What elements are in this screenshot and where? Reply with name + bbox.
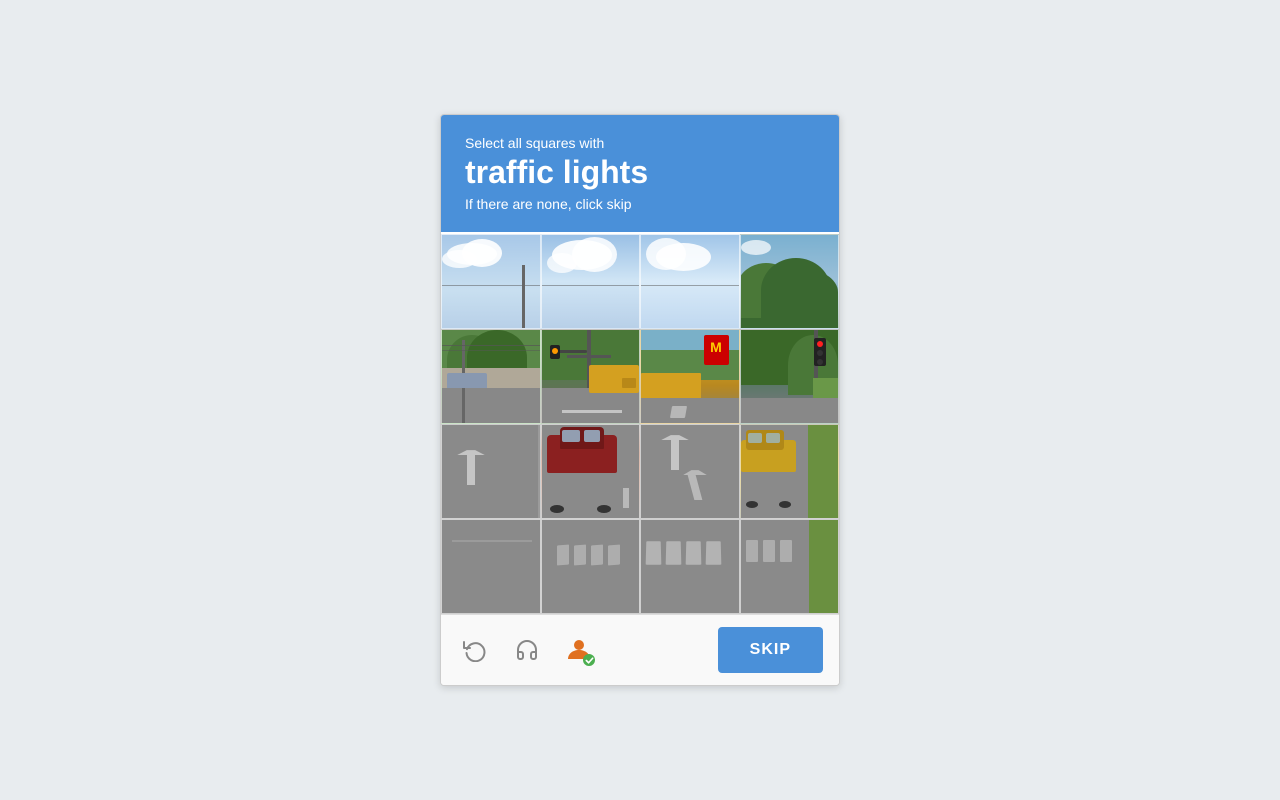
grid-cell-r1c4[interactable] [740,234,840,329]
grid-cell-r2c3[interactable]: M [640,329,740,424]
grid-cell-r4c4[interactable] [740,519,840,614]
grid-cell-r3c4[interactable] [740,424,840,519]
captcha-subject: traffic lights [465,155,815,190]
grid-cell-r4c2[interactable] [541,519,641,614]
select-instruction: Select all squares with [465,135,815,151]
captcha-footer: SKIP [441,614,839,685]
user-verified-button[interactable] [561,632,597,668]
audio-button[interactable] [509,632,545,668]
grid-cell-r2c2[interactable] [541,329,641,424]
grid-cell-r2c4[interactable] [740,329,840,424]
grid-cell-r4c1[interactable] [441,519,541,614]
grid-cell-r1c1[interactable] [441,234,541,329]
captcha-header: Select all squares with traffic lights I… [441,115,839,232]
skip-button[interactable]: SKIP [718,627,823,673]
checkmark-badge [583,654,595,666]
grid-cell-r2c1[interactable] [441,329,541,424]
skip-instruction: If there are none, click skip [465,196,815,212]
grid-cell-r1c2[interactable] [541,234,641,329]
grid-cell-r3c2[interactable] [541,424,641,519]
footer-icons [457,632,597,668]
image-grid: M [441,232,839,614]
captcha-widget: Select all squares with traffic lights I… [440,114,840,686]
headphones-icon [515,638,539,662]
grid-cell-r1c3[interactable] [640,234,740,329]
refresh-icon [463,638,487,662]
refresh-button[interactable] [457,632,493,668]
grid-cell-r4c3[interactable] [640,519,740,614]
grid-cell-r3c3[interactable] [640,424,740,519]
grid-cell-r3c1[interactable] [441,424,541,519]
